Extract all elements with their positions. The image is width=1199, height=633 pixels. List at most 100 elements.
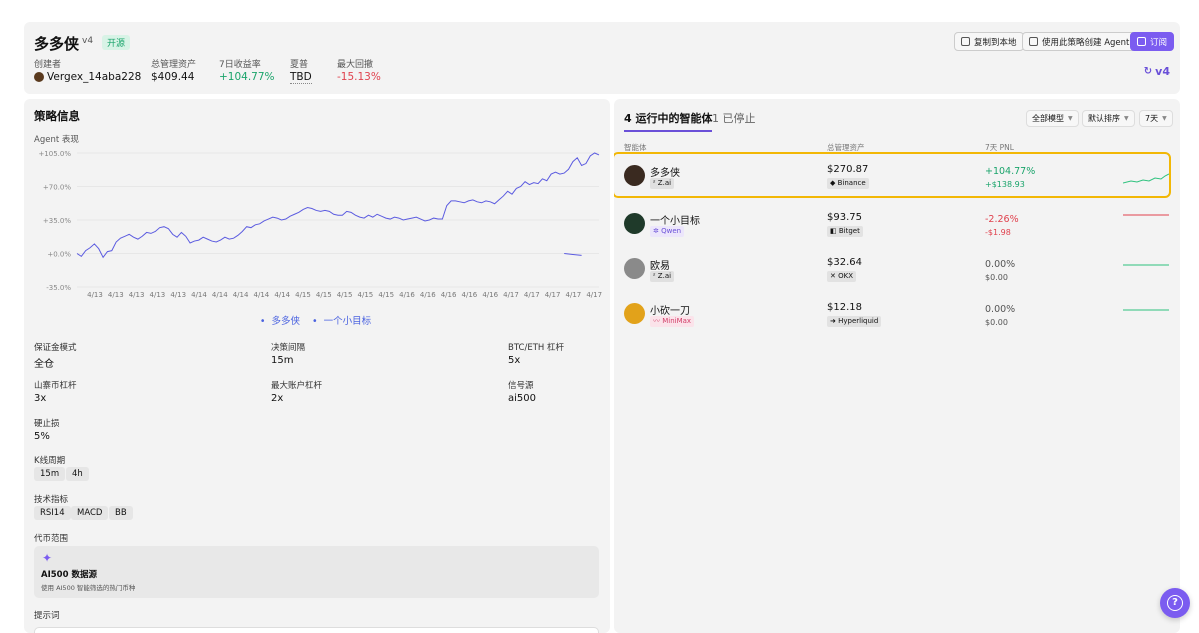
pnl-sparkline bbox=[1123, 173, 1169, 184]
margin-mode-value: 全仓 bbox=[34, 359, 54, 370]
altcoin-leverage-value: 3x bbox=[34, 393, 47, 404]
x-tick-label: 4/17 bbox=[503, 291, 519, 299]
agent-name: 欧易 bbox=[650, 261, 670, 272]
x-tick-label: 4/16 bbox=[462, 291, 478, 299]
hard-stop-value: 5% bbox=[34, 431, 50, 442]
margin-mode-label: 保证金模式 bbox=[34, 343, 77, 353]
kline-chip-15m: 15m bbox=[34, 467, 66, 481]
x-tick-label: 4/17 bbox=[524, 291, 540, 299]
copy-icon bbox=[961, 37, 970, 46]
altcoin-leverage-label: 山寨币杠杆 bbox=[34, 381, 77, 391]
creator-name[interactable]: Vergex_14aba228 bbox=[47, 71, 141, 83]
agent-pnl-abs: +$138.93 bbox=[985, 180, 1025, 189]
y-tick-label: +70.0% bbox=[43, 184, 71, 192]
exchange-chip-bitget: ◧ Bitget bbox=[827, 226, 863, 237]
create-agent-label: 使用此策略创建 Agent bbox=[1042, 37, 1130, 48]
exchange-chip-hyperliquid: ➜ Hyperliquid bbox=[827, 316, 882, 327]
model-chip-qwen: ✲ Qwen bbox=[650, 226, 685, 237]
agent-pnl-pct: +104.77% bbox=[985, 166, 1036, 177]
creator-avatar bbox=[34, 72, 44, 82]
indicator-chip-macd: MACD bbox=[71, 506, 109, 520]
x-tick-label: 4/14 bbox=[212, 291, 228, 299]
sort-dropdown[interactable]: 默认排序 ▼ bbox=[1082, 110, 1135, 127]
x-tick-label: 4/15 bbox=[295, 291, 311, 299]
x-tick-label: 4/15 bbox=[378, 291, 394, 299]
x-tick-label: 4/13 bbox=[87, 291, 103, 299]
tab-stopped-agents[interactable]: 1 已停止 bbox=[712, 110, 756, 126]
copy-local-label: 复制到本地 bbox=[974, 37, 1017, 48]
x-tick-label: 4/13 bbox=[150, 291, 166, 299]
agent-row-xiaokanyidao[interactable]: 小砍一刀 〰 MiniMax $12.18 ➜ Hyperliquid 0.00… bbox=[614, 292, 1180, 336]
x-tick-label: 4/13 bbox=[108, 291, 124, 299]
agent-avatar bbox=[624, 303, 645, 324]
agent-row-xiaomubiao[interactable]: 一个小目标 ✲ Qwen $93.75 ◧ Bitget -2.26% -$1.… bbox=[614, 202, 1180, 246]
period-dropdown[interactable]: 7天 ▼ bbox=[1139, 110, 1173, 127]
legend-label-duoduoxia: 多多侠 bbox=[271, 316, 300, 327]
legend-item-duoduoxia[interactable]: • 多多侠 bbox=[260, 316, 303, 327]
decision-interval-value: 15m bbox=[271, 355, 294, 366]
agent-name: 小砍一刀 bbox=[650, 306, 690, 317]
x-tick-label: 4/14 bbox=[191, 291, 207, 299]
robot-icon bbox=[1029, 37, 1038, 46]
legend-item-xiaomubiao[interactable]: • 一个小目标 bbox=[312, 316, 374, 327]
aum-label: 总管理资产 bbox=[151, 60, 197, 70]
exchange-name: Binance bbox=[837, 179, 866, 187]
help-button[interactable]: ? bbox=[1160, 588, 1190, 618]
strategy-title: 多多侠 bbox=[34, 35, 80, 53]
pnl-sparkline bbox=[1123, 264, 1169, 266]
kline-period-label: K线周期 bbox=[34, 456, 66, 466]
exchange-name: OKX bbox=[838, 272, 853, 280]
agent-name: 一个小目标 bbox=[650, 216, 700, 227]
model-chip-zai: ᶻ Z.ai bbox=[650, 271, 675, 282]
agent-row-ouyi[interactable]: 欧易 ᶻ Z.ai $32.64 ✕ OKX 0.00% $0.00 bbox=[614, 247, 1180, 291]
create-agent-button[interactable]: 使用此策略创建 Agent bbox=[1022, 32, 1137, 51]
subscribe-button[interactable]: 订阅 bbox=[1130, 32, 1175, 51]
agent-pnl-pct: -2.26% bbox=[985, 214, 1019, 225]
model-name: Z.ai bbox=[657, 179, 672, 187]
model-filter-label: 全部模型 bbox=[1032, 114, 1064, 123]
strategy-info-panel: 策略信息 Agent 表现 +105.0% +70.0% +35.0% +0.0% -3… bbox=[24, 99, 610, 633]
x-tick-label: 4/15 bbox=[358, 291, 374, 299]
tab-running-agents[interactable]: 4 运行中的智能体 bbox=[624, 110, 713, 132]
model-name: MiniMax bbox=[662, 317, 692, 325]
sort-label: 默认排序 bbox=[1088, 114, 1120, 123]
x-tick-label: 4/17 bbox=[586, 291, 602, 299]
chevron-down-icon: ▼ bbox=[1124, 115, 1129, 122]
subscribe-label: 订阅 bbox=[1150, 37, 1168, 48]
indicator-chip-rsi14: RSI14 bbox=[34, 506, 71, 520]
signal-source-value: ai500 bbox=[508, 393, 536, 404]
model-filter-dropdown[interactable]: 全部模型 ▼ bbox=[1026, 110, 1079, 127]
x-tick-label: 4/14 bbox=[233, 291, 249, 299]
aum-value: $409.44 bbox=[151, 71, 195, 83]
agents-panel: 4 运行中的智能体 1 已停止 全部模型 ▼ 默认排序 ▼ 7天 ▼ 智能体 总… bbox=[614, 99, 1180, 633]
sparkle-icon: ✦ bbox=[42, 551, 53, 565]
exchange-chip-binance: ◆ Binance bbox=[827, 178, 869, 189]
decision-interval-label: 决策间隔 bbox=[271, 343, 306, 353]
chart-legend: • 多多侠 • 一个小目标 bbox=[24, 313, 610, 327]
x-tick-label: 4/16 bbox=[399, 291, 415, 299]
period-label: 7天 bbox=[1145, 114, 1159, 123]
version-history[interactable]: ↻ v4 bbox=[1144, 65, 1170, 78]
agent-pnl-abs: -$1.98 bbox=[985, 228, 1011, 237]
x-tick-label: 4/15 bbox=[337, 291, 353, 299]
y-tick-label: +105.0% bbox=[38, 150, 71, 158]
x-tick-label: 4/17 bbox=[545, 291, 561, 299]
x-tick-label: 4/16 bbox=[420, 291, 436, 299]
chevron-down-icon: ▼ bbox=[1068, 115, 1073, 122]
max-account-leverage-value: 2x bbox=[271, 393, 284, 404]
sharpe-label: 夏普 bbox=[290, 60, 309, 70]
strategy-info-title: 策略信息 bbox=[34, 109, 80, 123]
x-tick-label: 4/13 bbox=[129, 291, 145, 299]
ai500-source-card: ✦ AI500 数据源 使用 AI500 智能筛选的热门币种 bbox=[34, 546, 599, 598]
agent-row-duoduoxia[interactable]: 多多侠 ᶻ Z.ai $270.87 ◆ Binance +104.77% +$… bbox=[614, 152, 1171, 198]
bookmark-icon bbox=[1137, 37, 1146, 46]
indicator-chip-bb: BB bbox=[109, 506, 133, 520]
chevron-down-icon: ▼ bbox=[1162, 115, 1167, 122]
x-tick-label: 4/14 bbox=[274, 291, 290, 299]
agent-pnl-pct: 0.00% bbox=[985, 304, 1016, 315]
x-tick-label: 4/16 bbox=[482, 291, 498, 299]
indicators-label: 技术指标 bbox=[34, 495, 69, 505]
hard-stop-label: 硬止损 bbox=[34, 419, 60, 429]
copy-local-button[interactable]: 复制到本地 bbox=[954, 32, 1024, 51]
history-version-label: v4 bbox=[1155, 65, 1170, 78]
